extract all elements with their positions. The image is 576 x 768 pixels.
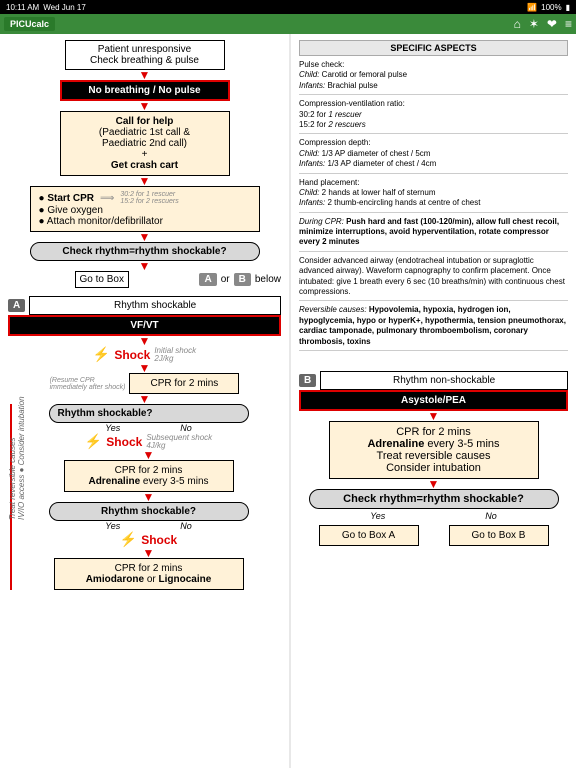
vf-vt: VF/VT <box>8 315 281 336</box>
home-icon[interactable]: ⌂ <box>514 17 521 31</box>
yes-1: Yes <box>105 423 120 433</box>
bolt-icon: ⚡ <box>120 531 137 548</box>
pulse-check: Pulse check: <box>299 60 344 69</box>
arrow-down-icon: ▼ <box>8 177 281 185</box>
box-b-title: Rhythm non-shockable <box>320 371 568 390</box>
cpr-amiodarone: CPR for 2 mins Amiodarone or Lignocaine <box>54 558 244 590</box>
b-cpr2: CPR for 2 mins <box>396 426 471 438</box>
b-check-rhythm: Check rhythm=rhythm shockable? <box>309 489 559 509</box>
step-no-breathing: No breathing / No pulse <box>60 80 230 101</box>
rhythm-shockable-2: Rhythm shockable? <box>49 502 249 521</box>
heart-icon[interactable]: ❤ <box>547 17 557 31</box>
attach-monitor: Attach monitor/defibrillator <box>47 216 163 227</box>
shock-label-2: Shock <box>106 435 142 449</box>
cpr2-label-3: CPR for 2 mins <box>115 563 183 574</box>
main-content: Patient unresponsive Check breathing & p… <box>0 34 576 768</box>
tag-b: B <box>234 273 251 286</box>
arrow-down-icon: ▼ <box>16 493 281 501</box>
reversible: Reversible causes: <box>299 305 367 314</box>
call-help-title: Call for help <box>116 116 174 127</box>
box-b-section: B Rhythm non-shockable Asystole/PEA ▼ CP… <box>299 371 568 546</box>
cpr-adrenaline: CPR for 2 mins Adrenaline every 3-5 mins <box>64 460 234 492</box>
arrow-down-icon: ▼ <box>8 337 281 345</box>
tag-a: A <box>199 273 216 286</box>
child-icon[interactable]: ✶ <box>529 17 539 31</box>
wifi-icon: 📶 <box>527 3 537 12</box>
resume-note: (Resume CPR immediately after shock) <box>50 377 126 391</box>
step-call-help: Call for help (Paediatric 1st call & Pae… <box>60 111 230 176</box>
cpr-ratio: 30:2 for 1 rescuer 15:2 for 2 rescuers <box>120 191 178 205</box>
b-reversible: Treat reversible causes <box>377 450 491 462</box>
advanced-airway: Consider advanced airway (endotracheal i… <box>299 256 568 302</box>
or-label: or <box>221 274 230 285</box>
vertical-note: Treat reversible causes IV/IO access ● C… <box>8 396 26 520</box>
status-time: 10:11 AM <box>6 3 39 12</box>
start-cpr: Start CPR <box>47 193 94 204</box>
arrow-down-icon: ▼ <box>8 71 281 79</box>
arrow-down-icon: ▼ <box>299 412 568 420</box>
shock-label-3: Shock <box>141 533 177 547</box>
adrenaline: Adrenaline <box>88 476 140 487</box>
amiodarone: Amiodarone <box>86 574 144 585</box>
call-help-sub: (Paediatric 1st call & Paediatric 2nd ca… <box>99 127 190 160</box>
arrow-down-icon: ▼ <box>8 233 281 241</box>
right-column: SPECIFIC ASPECTS Pulse check:Child: Caro… <box>291 34 576 768</box>
aspects-title: SPECIFIC ASPECTS <box>299 40 568 56</box>
app-badge[interactable]: PICUcalc <box>4 17 55 31</box>
no-1: No <box>180 423 192 433</box>
b-adr-timing: every 3-5 mins <box>424 438 499 450</box>
shock-label: Shock <box>114 348 150 362</box>
cpr-2min: CPR for 2 mins <box>129 373 239 394</box>
flowchart-left: Patient unresponsive Check breathing & p… <box>0 34 289 768</box>
menu-icon[interactable]: ≡ <box>565 17 572 31</box>
give-oxygen: Give oxygen <box>47 205 103 216</box>
subsequent-note: Subsequent shock 4J/kg <box>146 434 212 450</box>
arrow-down-icon: ▼ <box>8 102 281 110</box>
app-toolbar: PICUcalc ⌂ ✶ ❤ ≡ <box>0 14 576 34</box>
crash-cart: Get crash cart <box>111 160 178 171</box>
cpr2-label: CPR for 2 mins <box>115 465 183 476</box>
b-no: No <box>485 511 497 521</box>
no-2: No <box>180 521 192 531</box>
adr-timing: every 3-5 mins <box>140 476 208 487</box>
bolt-icon: ⚡ <box>93 346 110 363</box>
arrow-down-icon: ▼ <box>16 549 281 557</box>
lignocaine: Lignocaine <box>159 574 212 585</box>
or-drug: or <box>144 574 158 585</box>
b-adrenaline: Adrenaline <box>367 438 424 450</box>
arrow-down-icon: ▼ <box>8 395 281 403</box>
step-cpr: ● Start CPR ⟹ 30:2 for 1 rescuer 15:2 fo… <box>30 186 260 232</box>
battery-pct: 100% <box>541 3 561 12</box>
hand-placement: Hand placement: <box>299 178 359 187</box>
arrow-down-icon: ▼ <box>16 451 281 459</box>
goto-box-a: Go to Box A <box>319 525 419 546</box>
b-yes: Yes <box>370 511 385 521</box>
status-bar: 10:11 AM Wed Jun 17 📶 100% ▮ <box>0 0 576 14</box>
yes-2: Yes <box>105 521 120 531</box>
rs-label: Rhythm shockable? <box>58 408 153 419</box>
asystole-pea: Asystole/PEA <box>299 390 568 411</box>
battery-icon: ▮ <box>566 3 570 12</box>
bolt-icon: ⚡ <box>85 433 102 450</box>
box-a-tag: A <box>8 299 25 312</box>
box-a-title: Rhythm shockable <box>29 296 281 315</box>
comp-depth: Compression depth: <box>299 138 371 147</box>
cv-ratio: Compression-ventilation ratio: <box>299 99 405 108</box>
initial-shock-note: Initial shock 2J/kg <box>154 347 196 363</box>
during-cpr: During CPR: <box>299 217 344 226</box>
arrow-down-icon: ▼ <box>299 480 568 488</box>
b-intubation: Consider intubation <box>386 462 481 474</box>
goto-label: Go to Box <box>75 271 129 288</box>
box-b-steps: CPR for 2 mins Adrenaline every 3-5 mins… <box>329 421 539 479</box>
aspects-panel: Pulse check:Child: Carotid or femoral pu… <box>299 60 568 351</box>
arrow-down-icon: ▼ <box>8 364 281 372</box>
box-b-tag: B <box>299 374 316 387</box>
step-unresponsive: Patient unresponsive Check breathing & p… <box>65 40 225 70</box>
arrow-down-icon: ▼ <box>8 262 281 270</box>
rhythm-shockable-1: Rhythm shockable? <box>49 404 249 423</box>
status-date: Wed Jun 17 <box>43 3 86 12</box>
below-label: below <box>255 274 281 285</box>
goto-box-b: Go to Box B <box>449 525 549 546</box>
goto-row: Go to Box A or B below <box>8 271 281 288</box>
